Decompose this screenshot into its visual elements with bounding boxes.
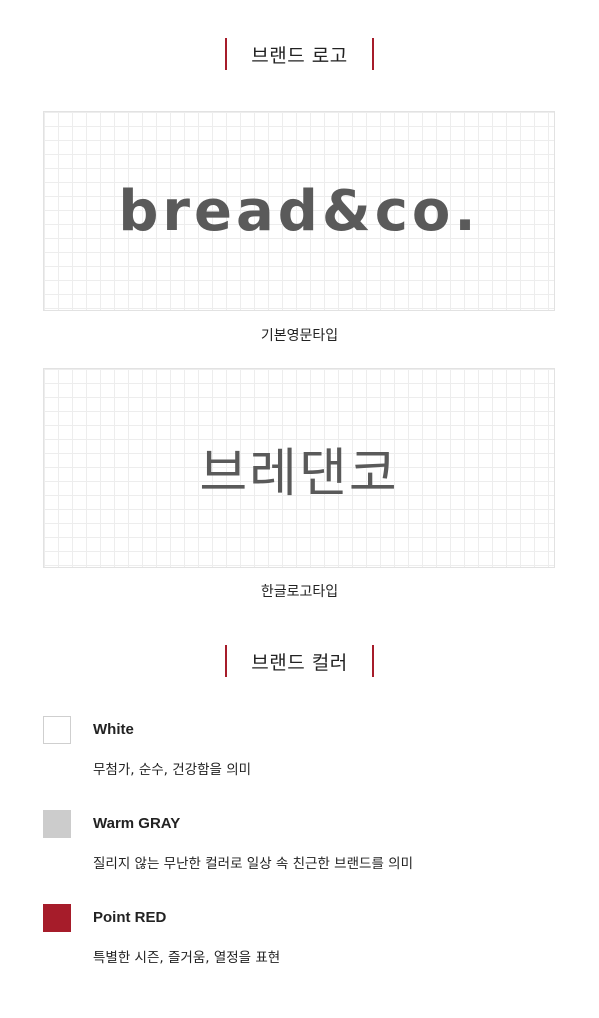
point-red-swatch bbox=[43, 904, 71, 932]
color-name: White bbox=[93, 721, 134, 738]
warm-gray-swatch bbox=[43, 810, 71, 838]
korean-logo-caption: 한글로고타입 bbox=[260, 584, 339, 600]
korean-logo-text: 브레댄코 bbox=[199, 443, 399, 504]
color-name: Point RED bbox=[93, 909, 167, 926]
english-logo-text: bread&co. bbox=[118, 178, 480, 244]
color-description: 질리지 않는 무난한 컬러로 일상 속 친근한 브랜드를 의미 bbox=[93, 856, 413, 872]
brand-color-title: 브랜드 컬러 bbox=[251, 651, 348, 674]
brand-logo-title: 브랜드 로고 bbox=[251, 44, 348, 67]
english-logo-caption: 기본영문타입 bbox=[260, 328, 339, 344]
color-description: 특별한 시즌, 즐거움, 열정을 표현 bbox=[93, 950, 281, 966]
color-description: 무첨가, 순수, 건강함을 의미 bbox=[93, 762, 252, 778]
english-logo-panel: bread&co. bbox=[43, 111, 555, 311]
title-right-bar bbox=[371, 645, 374, 677]
korean-logo-panel: 브레댄코 bbox=[43, 368, 555, 568]
title-right-bar bbox=[371, 38, 374, 70]
color-name: Warm GRAY bbox=[93, 815, 181, 832]
brand-color-heading: 브랜드 컬러 bbox=[0, 645, 599, 677]
white-swatch bbox=[43, 716, 71, 744]
brand-logo-heading: 브랜드 로고 bbox=[0, 38, 599, 70]
